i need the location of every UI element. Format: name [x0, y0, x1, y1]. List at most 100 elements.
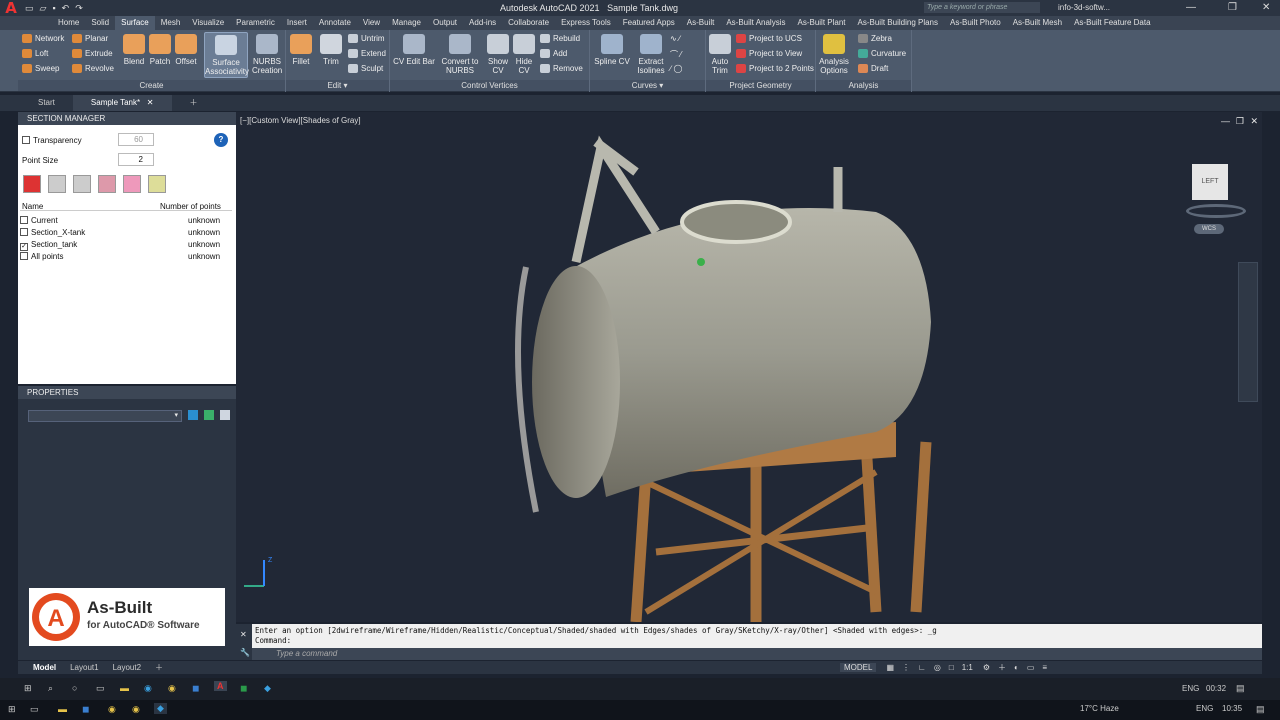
ortho-icon[interactable]: ∟ [918, 663, 926, 672]
zebra-button[interactable]: Zebra [858, 34, 892, 43]
help-icon[interactable]: ? [214, 133, 228, 147]
section-row-tank[interactable]: ✓ Section_tank unknown [20, 240, 232, 251]
outlook-icon[interactable]: ◼ [82, 704, 89, 715]
wcs-menu[interactable]: WCS [1194, 224, 1224, 234]
curvature-button[interactable]: Curvature [858, 49, 906, 58]
convert-to-nurbs-button[interactable]: Convert to NURBS [440, 32, 480, 75]
isolate-icon[interactable]: ◐ [1014, 663, 1019, 672]
remove-button[interactable]: Remove [540, 64, 583, 73]
transparency-value-field[interactable]: 60 [118, 133, 154, 146]
outlook-icon[interactable]: ◼ [192, 683, 199, 694]
section-row-x-tank[interactable]: Section_X-tank unknown [20, 228, 232, 237]
section-row-all-points-checkbox[interactable] [20, 252, 28, 260]
revolve-button[interactable]: Revolve [72, 64, 114, 73]
curve-tool-icon[interactable]: ∿ ∕ [670, 34, 680, 43]
chrome-icon[interactable]: ◉ [132, 704, 140, 715]
windows-start-icon[interactable]: ⊞ [24, 683, 32, 694]
cortana-icon[interactable]: ○ [72, 683, 77, 693]
ribbon-tab-featured-apps[interactable]: Featured Apps [617, 16, 681, 30]
restore-icon[interactable]: ❐ [1228, 2, 1237, 13]
sculpt-button[interactable]: Sculpt [348, 64, 383, 73]
open-icon[interactable]: ▱ [40, 3, 47, 14]
customization-menu-icon[interactable]: ≡ [1042, 663, 1047, 672]
language-indicator[interactable]: ENG [1182, 684, 1199, 693]
settings-gear-icon[interactable]: ⚙ [983, 663, 990, 672]
offset-button[interactable]: Offset [173, 32, 199, 66]
plus-icon[interactable]: ＋ [998, 662, 1006, 673]
planar-button[interactable]: Planar [72, 34, 108, 43]
quick-select-icon[interactable] [220, 410, 230, 420]
auto-trim-button[interactable]: Auto Trim [708, 32, 732, 75]
hide-cv-button[interactable]: Hide CV [512, 32, 536, 75]
surface-associativity-button[interactable]: Surface Associativity [204, 32, 249, 78]
close-command-icon[interactable]: ✕ [240, 630, 247, 639]
tab-layout1[interactable]: Layout1 [63, 661, 105, 674]
tab-layout2[interactable]: Layout2 [106, 661, 148, 674]
command-input[interactable]: Type a command [252, 648, 1262, 660]
extrude-button[interactable]: Extrude [72, 49, 113, 58]
viewcube-compass[interactable] [1186, 204, 1246, 218]
section-delete-icon[interactable] [123, 175, 141, 193]
app-icon[interactable]: ◆ [264, 683, 271, 694]
section-move-icon[interactable] [73, 175, 91, 193]
section-row-x-tank-checkbox[interactable] [20, 228, 28, 236]
ribbon-tab-express-tools[interactable]: Express Tools [555, 16, 617, 30]
viewcube[interactable]: LEFT WCS [1176, 160, 1246, 234]
project-to-view-button[interactable]: Project to View [736, 49, 802, 58]
ribbon-tab-home[interactable]: Home [52, 16, 85, 30]
show-cv-button[interactable]: Show CV [486, 32, 510, 75]
select-objects-icon[interactable] [204, 410, 214, 420]
file-explorer-icon[interactable]: ▬ [58, 704, 67, 714]
add-button[interactable]: Add [540, 49, 567, 58]
chrome-icon[interactable]: ◉ [108, 704, 116, 715]
grid-icon[interactable]: ▦ [886, 663, 894, 672]
redo-icon[interactable]: ↷ [75, 3, 83, 14]
ribbon-tab-insert[interactable]: Insert [281, 16, 313, 30]
ribbon-tab-add-ins[interactable]: Add-ins [463, 16, 502, 30]
viewcube-face[interactable]: LEFT [1192, 164, 1228, 200]
new-icon[interactable]: ▭ [25, 3, 34, 14]
close-tab-icon[interactable]: ✕ [142, 98, 154, 107]
user-account[interactable]: info-3d-softw... [1058, 3, 1110, 12]
clock[interactable]: 00:32 [1206, 684, 1226, 693]
extend-button[interactable]: Extend [348, 49, 386, 58]
add-layout-icon[interactable]: ＋ [148, 661, 170, 674]
edit-panel-title[interactable]: Edit ▾ [286, 80, 389, 91]
ribbon-tab-annotate[interactable]: Annotate [313, 16, 357, 30]
undo-icon[interactable]: ↶ [62, 3, 70, 14]
project-to-ucs-button[interactable]: Project to UCS [736, 34, 802, 43]
trim-button[interactable]: Trim [318, 32, 344, 66]
loft-button[interactable]: Loft [22, 49, 48, 58]
point-size-field[interactable]: 2 [118, 153, 154, 166]
section-row-tank-checkbox[interactable]: ✓ [20, 243, 28, 251]
model-space-button[interactable]: MODEL [840, 663, 877, 672]
close-icon[interactable]: ✕ [1262, 2, 1270, 13]
clock[interactable]: 10:35 [1222, 704, 1242, 713]
nurbs-creation-button[interactable]: NURBS Creation [252, 32, 282, 75]
transparency-checkbox[interactable] [22, 136, 30, 144]
ribbon-tab-as-built-photo[interactable]: As-Built Photo [944, 16, 1007, 30]
ribbon-tab-mesh[interactable]: Mesh [155, 16, 187, 30]
ribbon-tab-parametric[interactable]: Parametric [230, 16, 281, 30]
chrome-icon[interactable]: ◉ [168, 683, 176, 694]
edge-icon[interactable]: ◉ [144, 683, 152, 694]
properties-selection-dropdown[interactable]: ▾ [28, 410, 182, 422]
ribbon-tab-as-built[interactable]: As-Built [681, 16, 721, 30]
section-row-current[interactable]: Current unknown [20, 216, 232, 225]
toggle-pickadd-icon[interactable] [188, 410, 198, 420]
navigation-bar[interactable] [1238, 262, 1258, 402]
blend-button[interactable]: Blend [122, 32, 146, 66]
ribbon-tab-as-built-plant[interactable]: As-Built Plant [791, 16, 851, 30]
network-button[interactable]: Network [22, 34, 64, 43]
save-icon[interactable]: ▪ [52, 3, 55, 13]
section-row-current-checkbox[interactable] [20, 216, 28, 224]
ribbon-tab-manage[interactable]: Manage [386, 16, 427, 30]
section-list-icon[interactable] [148, 175, 166, 193]
arc-tool-icon[interactable]: ⌒ ⁄ [670, 49, 682, 60]
autocad-logo-icon[interactable]: A [0, 0, 22, 16]
section-no-icon[interactable] [98, 175, 116, 193]
sweep-button[interactable]: Sweep [22, 64, 59, 73]
project-to-2-points-button[interactable]: Project to 2 Points [736, 64, 814, 73]
weather-widget[interactable]: 17°C Haze [1080, 704, 1119, 713]
transparency-toggle[interactable]: Transparency [22, 136, 82, 145]
